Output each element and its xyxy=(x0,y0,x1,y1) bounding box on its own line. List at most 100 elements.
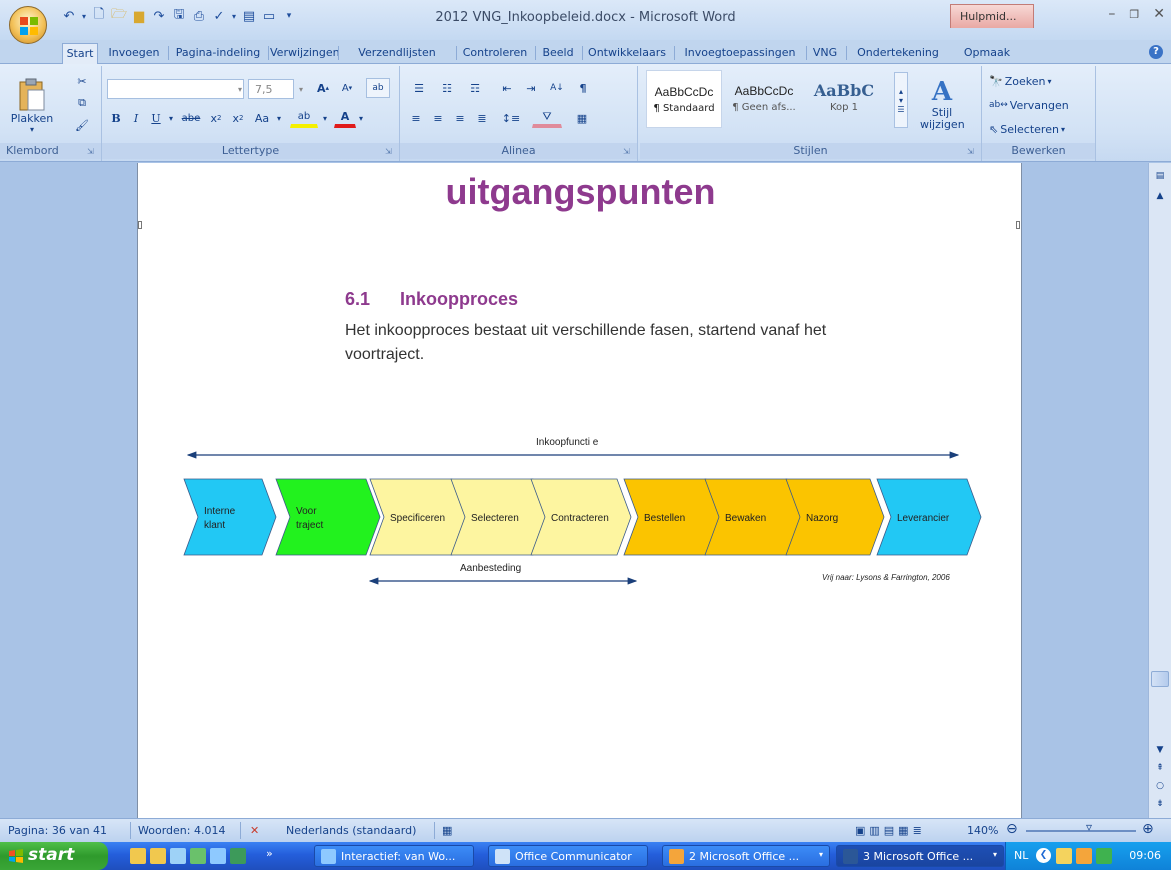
folder-icon[interactable] xyxy=(150,848,166,864)
tab-verzendlijsten[interactable]: Verzendlijsten xyxy=(340,43,454,64)
grow-font-icon[interactable]: A ▴ xyxy=(312,78,334,98)
more-icon[interactable]: ☰ xyxy=(897,105,904,114)
strikethrough-icon[interactable]: abe xyxy=(178,108,204,128)
tab-opmaak[interactable]: Opmaak xyxy=(958,43,1016,64)
help-tools-tab[interactable]: Hulpmid... xyxy=(950,4,1034,28)
zoom-out-icon[interactable]: ⊖ xyxy=(1006,821,1018,837)
decrease-indent-icon[interactable]: ⇤ xyxy=(496,78,518,98)
browse-object-icon[interactable]: ○ xyxy=(1151,777,1169,795)
font-name-input[interactable] xyxy=(107,79,244,99)
zoom-in-icon[interactable]: ⊕ xyxy=(1142,821,1154,837)
clipboard-launcher-icon[interactable]: ⇲ xyxy=(87,147,97,157)
app-icon[interactable] xyxy=(190,848,206,864)
change-case-dropdown-icon[interactable]: ▾ xyxy=(274,108,284,128)
zoom-slider[interactable] xyxy=(1026,830,1136,832)
task-communicator[interactable]: Office Communicator xyxy=(488,845,648,867)
bullets-icon[interactable]: ☰ xyxy=(406,78,432,98)
tab-start[interactable]: Start xyxy=(62,43,98,64)
scroll-down-icon[interactable]: ▾ xyxy=(899,96,903,105)
zoom-level[interactable]: 140% xyxy=(967,824,998,837)
style-standaard[interactable]: AaBbCcDc ¶ Standaard xyxy=(646,70,722,128)
tab-ontwikkelaars[interactable]: Ontwikkelaars xyxy=(584,43,670,64)
collapse-tray-icon[interactable]: ❮ xyxy=(1036,848,1051,863)
font-size-input[interactable]: 7,5 xyxy=(248,79,294,99)
change-case-icon[interactable]: Aa xyxy=(250,108,274,128)
tab-verwijzingen[interactable]: Verwijzingen xyxy=(270,43,340,64)
highlight-dropdown-icon[interactable]: ▾ xyxy=(320,108,330,128)
sort-icon[interactable]: A↓ xyxy=(546,78,568,98)
tab-beeld[interactable]: Beeld xyxy=(537,43,579,64)
start-button[interactable]: start xyxy=(0,842,108,870)
superscript-icon[interactable]: x2 xyxy=(228,108,248,128)
replace-button[interactable]: ab↔ Vervangen xyxy=(988,96,1070,114)
font-name-dropdown-icon[interactable]: ▾ xyxy=(234,80,246,98)
bold-icon[interactable]: B xyxy=(106,108,126,128)
numbering-icon[interactable]: ☷ xyxy=(434,78,460,98)
zoom-slider-thumb-icon[interactable]: ▿ xyxy=(1086,820,1092,834)
outlook-tray-icon[interactable] xyxy=(1076,848,1092,864)
increase-indent-icon[interactable]: ⇥ xyxy=(520,78,542,98)
clear-formatting-icon[interactable]: ab xyxy=(366,78,390,98)
browser-icon[interactable] xyxy=(170,848,186,864)
language-indicator[interactable]: Nederlands (standaard) xyxy=(286,824,416,837)
minimize-icon[interactable]: – xyxy=(1108,6,1115,22)
ie-icon[interactable] xyxy=(210,848,226,864)
underline-dropdown-icon[interactable]: ▾ xyxy=(166,108,176,128)
line-spacing-icon[interactable]: ↕≡ xyxy=(498,108,524,128)
document-page[interactable]: uitgangspunten 6.1 Inkoopproces Het inko… xyxy=(137,163,1022,818)
excel-icon[interactable] xyxy=(230,848,246,864)
close-icon[interactable]: ✕ xyxy=(1153,6,1165,22)
font-launcher-icon[interactable]: ⇲ xyxy=(385,147,395,157)
highlight-icon[interactable]: ab xyxy=(290,108,318,128)
select-button[interactable]: ⇖ Selecteren ▾ xyxy=(988,120,1066,138)
next-page-icon[interactable]: ⇟ xyxy=(1151,795,1169,813)
more-quicklaunch-icon[interactable]: » xyxy=(266,847,273,860)
format-painter-icon[interactable]: 🖌 xyxy=(72,116,92,134)
scroll-thumb[interactable] xyxy=(1151,671,1169,687)
proofing-icon[interactable]: ✕ xyxy=(250,824,259,837)
task-ie[interactable]: Interactief: van Wo... xyxy=(314,845,474,867)
previous-page-icon[interactable]: ⇞ xyxy=(1151,759,1169,777)
copy-icon[interactable]: ⧉ xyxy=(72,94,92,112)
shrink-font-icon[interactable]: A ▾ xyxy=(336,78,358,98)
borders-icon[interactable]: ▦ xyxy=(568,108,596,128)
tab-ondertekening[interactable]: Ondertekening xyxy=(848,43,948,64)
font-size-dropdown-icon[interactable]: ▾ xyxy=(295,80,307,98)
align-center-icon[interactable]: ≡ xyxy=(428,108,448,128)
underline-icon[interactable]: U xyxy=(146,108,166,128)
style-geen-afstand[interactable]: AaBbCcDc ¶ Geen afs... xyxy=(726,70,802,128)
font-color-dropdown-icon[interactable]: ▾ xyxy=(356,108,366,128)
restore-icon[interactable]: ❐ xyxy=(1129,6,1139,22)
scroll-down-icon[interactable]: ▼ xyxy=(1151,741,1169,759)
input-language[interactable]: NL xyxy=(1014,849,1028,862)
show-marks-icon[interactable]: ¶ xyxy=(572,78,594,98)
page-count[interactable]: Pagina: 36 van 41 xyxy=(8,824,107,837)
justify-icon[interactable]: ≣ xyxy=(472,108,492,128)
task-word[interactable]: 3 Microsoft Office ... ▾ xyxy=(836,845,1004,867)
tab-invoegen[interactable]: Invoegen xyxy=(102,43,166,64)
ruler-toggle-icon[interactable]: ▤ xyxy=(1151,167,1169,185)
subscript-icon[interactable]: x2 xyxy=(206,108,226,128)
style-kop-1[interactable]: AaBbC Kop 1 xyxy=(806,70,882,128)
tab-pagina-indeling[interactable]: Pagina-indeling xyxy=(170,43,266,64)
align-left-icon[interactable]: ≡ xyxy=(406,108,426,128)
cut-icon[interactable]: ✂ xyxy=(72,72,92,90)
shading-icon[interactable]: ⛛ xyxy=(532,108,562,128)
tab-controleren[interactable]: Controleren xyxy=(458,43,532,64)
scroll-up-icon[interactable]: ▲ xyxy=(1151,187,1169,205)
align-right-icon[interactable]: ≡ xyxy=(450,108,470,128)
styles-launcher-icon[interactable]: ⇲ xyxy=(967,147,977,157)
word-count[interactable]: Woorden: 4.014 xyxy=(138,824,225,837)
view-buttons[interactable]: ▣▥▤▦≣ xyxy=(855,824,926,837)
office-button[interactable] xyxy=(9,6,47,44)
style-gallery-scroll[interactable]: ▴ ▾ ☰ xyxy=(894,72,908,128)
change-styles-button[interactable]: A Stijl wijzigen xyxy=(912,68,972,140)
multilevel-list-icon[interactable]: ☶ xyxy=(462,78,488,98)
mail-icon[interactable] xyxy=(1056,848,1072,864)
folder-icon[interactable] xyxy=(130,848,146,864)
tab-invoegtoepassingen[interactable]: Invoegtoepassingen xyxy=(676,43,804,64)
find-button[interactable]: 🔭 Zoeken ▾ xyxy=(988,72,1052,90)
tab-vng[interactable]: VNG xyxy=(808,43,842,64)
scroll-up-icon[interactable]: ▴ xyxy=(899,87,903,96)
paste-button[interactable]: Plakken ▾ xyxy=(6,70,58,142)
